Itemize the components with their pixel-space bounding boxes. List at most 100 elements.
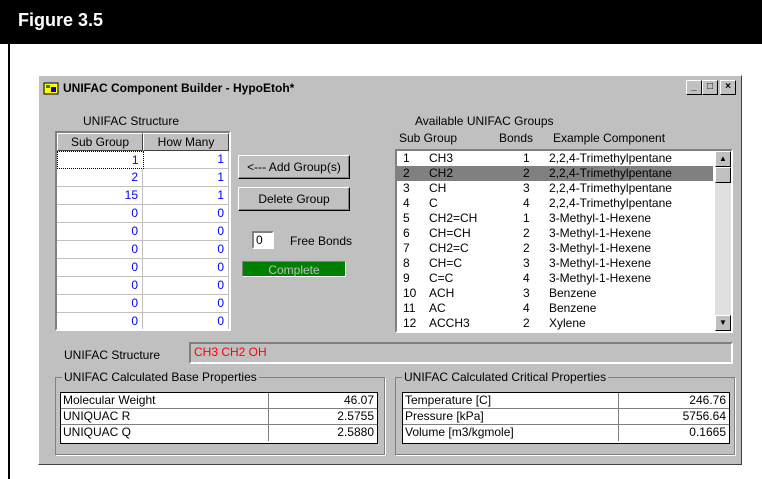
column-header-sub-group[interactable]: Sub Group (57, 133, 143, 151)
list-item[interactable]: 5 CH2=CH 1 3-Methyl-1-Hexene (397, 211, 713, 226)
sub-group-cell[interactable]: 2 (57, 169, 143, 187)
table-row[interactable]: 00 (57, 259, 229, 277)
sub-group-cell[interactable]: 0 (57, 313, 143, 329)
groups-list[interactable]: 1 CH 3 1 2,2,4-Trimethylpentane 2 CH2 2 2,2,4-Tr… (395, 149, 733, 333)
free-bonds-field[interactable]: 0 (252, 231, 274, 249)
group-bonds: 2 (523, 316, 530, 330)
property-row: Temperature [C] 246.76 (403, 393, 729, 409)
group-name: AC (429, 301, 446, 315)
sub-group-cell[interactable]: 0 (57, 277, 143, 295)
sub-group-cell[interactable]: 0 (57, 205, 143, 223)
how-many-cell[interactable]: 0 (143, 277, 229, 295)
free-bonds-label: Free Bonds (290, 234, 353, 248)
list-item[interactable]: 2 CH2 2 2,2,4-Trimethylpentane (397, 166, 713, 181)
how-many-cell[interactable]: 0 (143, 259, 229, 277)
scroll-thumb[interactable] (715, 167, 731, 183)
list-item[interactable]: 10 ACH 3 Benzene (397, 286, 713, 301)
how-many-cell[interactable]: 1 (143, 187, 229, 205)
group-example: Benzene (549, 286, 597, 300)
group-example: Xylene (549, 316, 586, 330)
group-example: 3-Methyl-1-Hexene (549, 271, 652, 285)
sub-group-cell[interactable]: 0 (57, 241, 143, 259)
structure-table[interactable]: Sub Group How Many 1 1 2 1 15 1 0 0 0 0 0 0 0 0 0 0 0 0 0 0 (55, 131, 231, 331)
close-button[interactable]: × (720, 80, 736, 95)
list-item[interactable]: 7 CH2=C 2 3-Methyl-1-Hexene (397, 241, 713, 256)
group-example: 2,2,4-Trimethylpentane (549, 151, 672, 165)
how-many-cell[interactable]: 0 (143, 223, 229, 241)
figure-header: Figure 3.5 (0, 0, 762, 44)
base-properties-title: UNIFAC Calculated Base Properties (62, 370, 259, 384)
property-name: UNIQUAC R (61, 409, 269, 424)
list-item[interactable]: 3 CH 3 2,2,4-Trimethylpentane (397, 181, 713, 196)
title-bar[interactable]: UNIFAC Component Builder - HypoEtoh* _ □… (41, 78, 739, 98)
how-many-cell[interactable]: 0 (143, 295, 229, 313)
list-item[interactable]: 11 AC 4 Benzene (397, 301, 713, 316)
group-name: CH2=C (429, 241, 469, 255)
sub-group-cell[interactable]: 0 (57, 223, 143, 241)
group-name: CH2 (429, 166, 454, 180)
sub-group-cell[interactable]: 15 (57, 187, 143, 205)
app-icon (43, 82, 59, 95)
table-row[interactable]: 00 (57, 223, 229, 241)
table-row[interactable]: 00 (57, 313, 229, 329)
group-name: ACH (429, 286, 455, 300)
list-item[interactable]: 4 C 4 2,2,4-Trimethylpentane (397, 196, 713, 211)
groups-title: Available UNIFAC Groups (415, 114, 554, 128)
how-many-cell[interactable]: 0 (143, 313, 229, 329)
list-item[interactable]: 8 CH=C 3 3-Methyl-1-Hexene (397, 256, 713, 271)
group-bonds: 3 (523, 286, 530, 300)
how-many-cell[interactable]: 0 (143, 205, 229, 223)
maximize-button[interactable]: □ (702, 80, 718, 95)
how-many-cell[interactable]: 0 (143, 241, 229, 259)
property-name: Molecular Weight (61, 393, 269, 408)
how-many-cell[interactable]: 1 (143, 169, 229, 187)
property-name: Temperature [C] (403, 393, 619, 408)
structure-table-header: Sub Group How Many (57, 133, 229, 151)
scroll-down-icon[interactable]: ▼ (715, 315, 731, 331)
property-row: Volume [m3/kgmole] 0.1665 (403, 425, 729, 441)
group-bonds: 4 (523, 301, 530, 315)
group-number: 9 (403, 271, 410, 285)
sub-group-cell[interactable]: 0 (57, 259, 143, 277)
table-row[interactable]: 00 (57, 295, 229, 313)
group-number: 12 (403, 316, 417, 330)
table-row[interactable]: 11 (57, 151, 229, 169)
unifac-structure-field[interactable]: CH3 CH2 OH (189, 342, 733, 364)
group-example: 3-Methyl-1-Hexene (549, 256, 652, 270)
critical-properties-group: UNIFAC Calculated Critical Properties Te… (395, 370, 735, 455)
table-row[interactable]: 21 (57, 169, 229, 187)
scroll-up-icon[interactable]: ▲ (715, 151, 731, 167)
sub-group-cell[interactable]: 0 (57, 295, 143, 313)
list-item[interactable]: 1 CH3 1 2,2,4-Trimethylpentane (397, 151, 713, 166)
how-many-cell[interactable]: 1 (143, 151, 229, 169)
list-item[interactable]: 6 CH=CH 2 3-Methyl-1-Hexene (397, 226, 713, 241)
group-bonds: 2 (523, 241, 530, 255)
property-row: UNIQUAC R 2.5755 (61, 409, 377, 425)
group-name: CH=C (429, 256, 463, 270)
group-bonds: 1 (523, 151, 530, 165)
group-number: 1 (403, 151, 410, 165)
group-name: ACCH3 (429, 316, 470, 330)
group-bonds: 2 (523, 166, 530, 180)
add-group-button[interactable]: <--- Add Group(s) (238, 155, 350, 179)
groups-column-sub-group: Sub Group (399, 131, 458, 145)
column-header-how-many[interactable]: How Many (143, 133, 229, 151)
minimize-button[interactable]: _ (686, 80, 702, 95)
group-example: 2,2,4-Trimethylpentane (549, 181, 672, 195)
table-row[interactable]: 15 1 (57, 187, 229, 205)
group-number: 3 (403, 181, 410, 195)
figure-frame (8, 44, 10, 479)
sub-group-cell[interactable]: 1 (57, 151, 144, 169)
group-number: 10 (403, 286, 417, 300)
table-row[interactable]: 00 (57, 277, 229, 295)
delete-group-button[interactable]: Delete Group (238, 187, 350, 211)
property-row: Molecular Weight 46.07 (61, 393, 377, 409)
group-name: CH (429, 181, 447, 195)
table-row[interactable]: 00 (57, 241, 229, 259)
groups-scrollbar[interactable]: ▲ ▼ (715, 151, 731, 331)
list-item[interactable]: 9 C=C 4 3-Methyl-1-Hexene (397, 271, 713, 286)
group-name: C (429, 196, 438, 210)
list-item[interactable]: 12 ACCH3 2 Xylene (397, 316, 713, 331)
table-row[interactable]: 00 (57, 205, 229, 223)
group-example: 3-Methyl-1-Hexene (549, 226, 652, 240)
